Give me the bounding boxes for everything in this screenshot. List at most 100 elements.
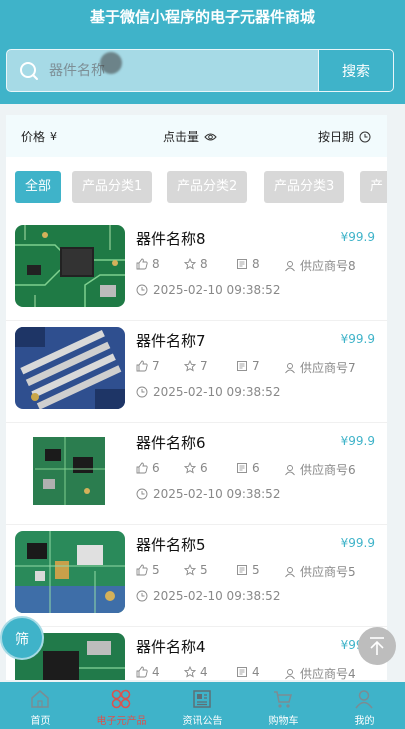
- clock-icon: [136, 488, 148, 500]
- tab-products[interactable]: 电子元产品: [81, 682, 162, 729]
- filter-button[interactable]: 筛: [0, 616, 44, 660]
- grid-icon: [111, 689, 131, 709]
- favorites-count: 6: [200, 461, 208, 475]
- product-time-text: 2025-02-10 09:38:52: [153, 385, 281, 399]
- thumbs-up-icon: [136, 666, 148, 678]
- supplier-name: 供应商号7: [300, 361, 356, 375]
- product-name: 器件名称6: [136, 434, 206, 452]
- favorites-count: 4: [200, 665, 208, 679]
- comments-count: 6: [252, 461, 260, 475]
- cart-icon: [274, 691, 292, 708]
- category-tab-4[interactable]: 产: [360, 171, 387, 203]
- product-stats: 8 8 8 供应商号8: [136, 257, 376, 273]
- product-time: 2025-02-10 09:38:52: [136, 589, 280, 603]
- product-panel: 价格 ¥ 点击量 按日期 全部 产品分类1 产品分类2 产品分类3 产 器件名称…: [6, 115, 387, 680]
- user-icon: [285, 260, 295, 271]
- product-stats: 7 7 7 供应商号7: [136, 359, 376, 375]
- product-time-text: 2025-02-10 09:38:52: [153, 589, 281, 603]
- tab-news[interactable]: 资讯公告: [162, 682, 243, 729]
- product-image: [15, 429, 125, 511]
- favorites-stat: 5: [184, 563, 208, 577]
- supplier-name: 供应商号4: [300, 667, 356, 680]
- back-to-top-button[interactable]: [358, 627, 396, 665]
- product-name: 器件名称4: [136, 638, 206, 656]
- tab-cart[interactable]: 购物车: [243, 682, 324, 729]
- likes-count: 6: [152, 461, 160, 475]
- home-icon: [31, 690, 49, 708]
- sort-price-label: 价格: [21, 130, 46, 144]
- sort-date-label: 按日期: [318, 130, 355, 144]
- thumbs-up-icon: [136, 462, 148, 474]
- product-card[interactable]: 器件名称5 ¥99.9 5 5 5 供应商号5 2025-02-10 09:38…: [6, 525, 387, 627]
- document-icon: [237, 565, 247, 575]
- product-card[interactable]: 器件名称4 ¥99.9 4 4 4 供应商号4: [6, 627, 387, 680]
- likes-stat: 7: [136, 359, 160, 373]
- clock-icon: [136, 284, 148, 296]
- comments-count: 5: [252, 563, 260, 577]
- sort-clicks[interactable]: 点击量: [163, 128, 217, 145]
- category-tab-3[interactable]: 产品分类3: [264, 171, 345, 203]
- search-button[interactable]: 搜索: [318, 50, 393, 91]
- favorites-count: 8: [200, 257, 208, 271]
- likes-stat: 4: [136, 665, 160, 679]
- comments-count: 7: [252, 359, 260, 373]
- comments-stat: 6: [236, 461, 260, 475]
- category-tab-1[interactable]: 产品分类1: [72, 171, 153, 203]
- supplier-stat: 供应商号5: [284, 563, 356, 580]
- favorites-stat: 7: [184, 359, 208, 373]
- header: 基于微信小程序的电子元器件商城 搜索: [0, 0, 405, 104]
- category-tab-2[interactable]: 产品分类2: [167, 171, 248, 203]
- clock-icon: [136, 386, 148, 398]
- likes-count: 5: [152, 563, 160, 577]
- supplier-stat: 供应商号7: [284, 359, 356, 376]
- tab-products-label: 电子元产品: [96, 716, 147, 727]
- tab-news-label: 资讯公告: [182, 716, 223, 727]
- likes-count: 4: [152, 665, 160, 679]
- comments-stat: 8: [236, 257, 260, 271]
- product-price: ¥99.9: [340, 230, 375, 244]
- likes-stat: 8: [136, 257, 160, 271]
- comments-stat: 7: [236, 359, 260, 373]
- product-stats: 4 4 4 供应商号4: [136, 665, 376, 680]
- supplier-stat: 供应商号6: [284, 461, 356, 478]
- product-time: 2025-02-10 09:38:52: [136, 385, 280, 399]
- star-icon: [184, 462, 196, 474]
- sort-bar: 价格 ¥ 点击量 按日期: [6, 115, 387, 157]
- star-icon: [184, 666, 196, 678]
- star-icon: [184, 360, 196, 372]
- product-stats: 6 6 6 供应商号6: [136, 461, 376, 477]
- clock-icon: [136, 590, 148, 602]
- touch-indicator: [100, 52, 122, 74]
- star-icon: [184, 258, 196, 270]
- favorites-stat: 4: [184, 665, 208, 679]
- favorites-stat: 6: [184, 461, 208, 475]
- product-card[interactable]: 器件名称8 ¥99.9 8 8 8 供应商号8 2025-02-10 09:38…: [6, 219, 387, 321]
- user-icon: [285, 362, 295, 373]
- search-input[interactable]: [49, 50, 317, 91]
- document-icon: [237, 361, 247, 371]
- tab-home[interactable]: 首页: [0, 682, 81, 729]
- thumbs-up-icon: [136, 258, 148, 270]
- sort-price[interactable]: 价格 ¥: [21, 128, 57, 145]
- category-tab-all[interactable]: 全部: [15, 171, 62, 203]
- supplier-stat: 供应商号8: [284, 257, 356, 274]
- product-image: [15, 531, 125, 613]
- yen-icon: ¥: [50, 130, 58, 143]
- clock-icon: [359, 131, 371, 142]
- tab-cart-label: 购物车: [268, 716, 299, 727]
- product-price: ¥99.9: [340, 332, 375, 346]
- sort-date[interactable]: 按日期: [318, 128, 371, 145]
- tab-profile[interactable]: 我的: [324, 682, 405, 729]
- product-price: ¥99.9: [340, 434, 375, 448]
- product-time: 2025-02-10 09:38:52: [136, 487, 280, 501]
- product-card[interactable]: 器件名称7 ¥99.9 7 7 7 供应商号7 2025-02-10 09:38…: [6, 321, 387, 423]
- tab-home-label: 首页: [30, 716, 51, 727]
- comments-count: 4: [252, 665, 260, 679]
- comments-stat: 4: [236, 665, 260, 679]
- product-time-text: 2025-02-10 09:38:52: [153, 283, 281, 297]
- likes-count: 7: [152, 359, 160, 373]
- user-icon: [285, 464, 295, 475]
- favorites-count: 7: [200, 359, 208, 373]
- document-icon: [237, 463, 247, 473]
- product-card[interactable]: 器件名称6 ¥99.9 6 6 6 供应商号6 2025-02-10 09:38…: [6, 423, 387, 525]
